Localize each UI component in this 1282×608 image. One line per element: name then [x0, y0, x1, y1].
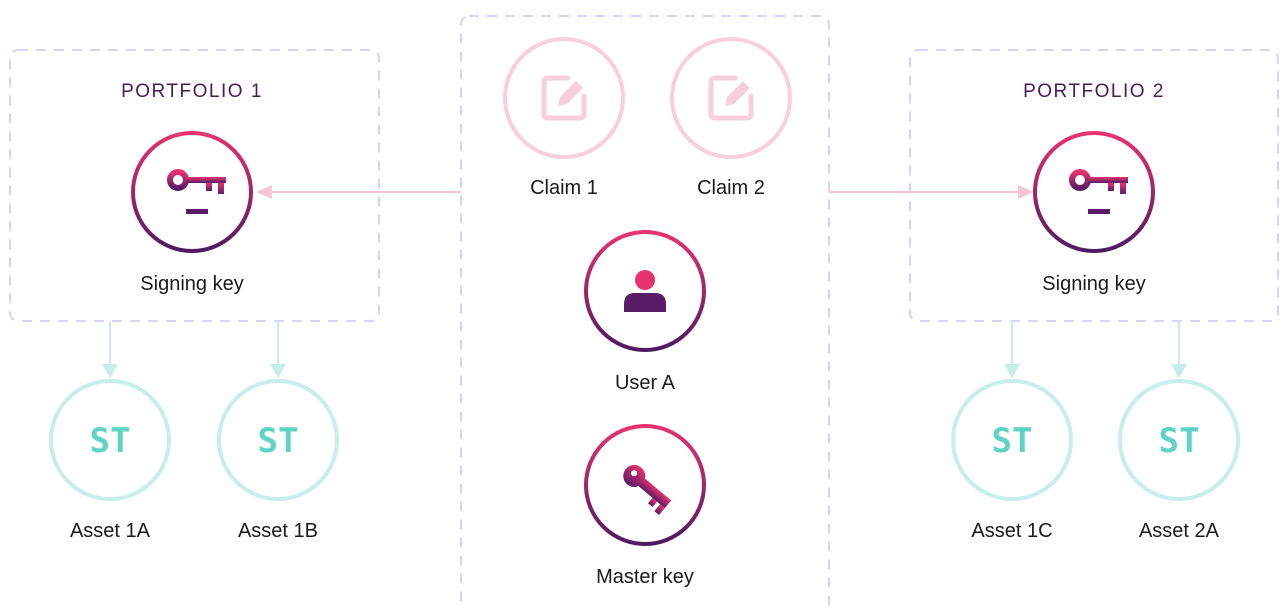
st-token-badge: ST [1159, 421, 1200, 461]
asset-1a-node: ST [49, 379, 171, 501]
asset-1a-label: Asset 1A [70, 520, 151, 542]
claim-2-label: Claim 2 [697, 177, 765, 199]
signing-key-2-node [1033, 131, 1155, 253]
signing-key-1-node [131, 131, 253, 253]
asset-1c-label: Asset 1C [971, 520, 1052, 542]
arrow-head-asset-2a [1171, 364, 1187, 378]
portfolio-1-title: PORTFOLIO 1 [121, 81, 263, 102]
asset-2a-node: ST [1118, 379, 1240, 501]
claim-1-node [503, 37, 625, 159]
master-key-label: Master key [596, 566, 694, 588]
st-token-badge: ST [992, 421, 1033, 461]
asset-1c-node: ST [951, 379, 1073, 501]
claim-2-node [670, 37, 792, 159]
user-node [584, 230, 706, 352]
arrow-head-asset-1c [1004, 364, 1020, 378]
identity-portfolio-diagram: PORTFOLIO 1 PORTFOLIO 2 Signing key Sign… [9, 15, 1279, 608]
asset-1b-label: Asset 1B [238, 520, 318, 542]
signing-key-2-label: Signing key [1042, 273, 1145, 295]
st-token-badge: ST [258, 421, 299, 461]
signing-key-1-label: Signing key [140, 273, 243, 295]
arrow-head-asset-1b [270, 364, 286, 378]
asset-2a-label: Asset 2A [1139, 520, 1220, 542]
portfolio-2-title: PORTFOLIO 2 [1023, 81, 1165, 102]
st-token-badge: ST [90, 421, 131, 461]
user-label: User A [615, 372, 676, 394]
claim-1-label: Claim 1 [530, 177, 598, 199]
master-key-node [584, 424, 706, 546]
arrow-head-asset-1a [102, 364, 118, 378]
asset-1b-node: ST [217, 379, 339, 501]
